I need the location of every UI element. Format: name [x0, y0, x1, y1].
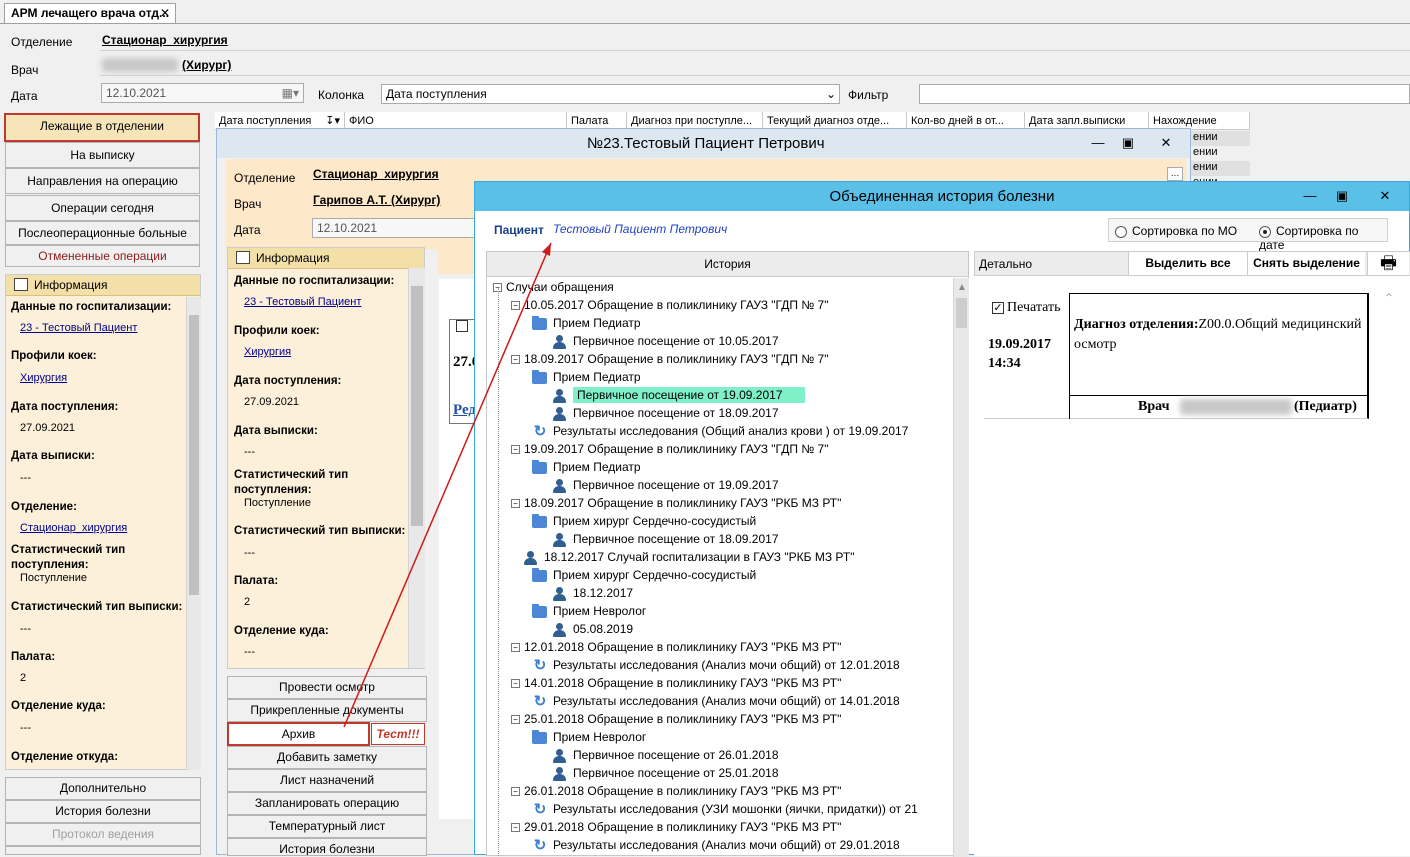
- annotation-arrow: [343, 242, 552, 728]
